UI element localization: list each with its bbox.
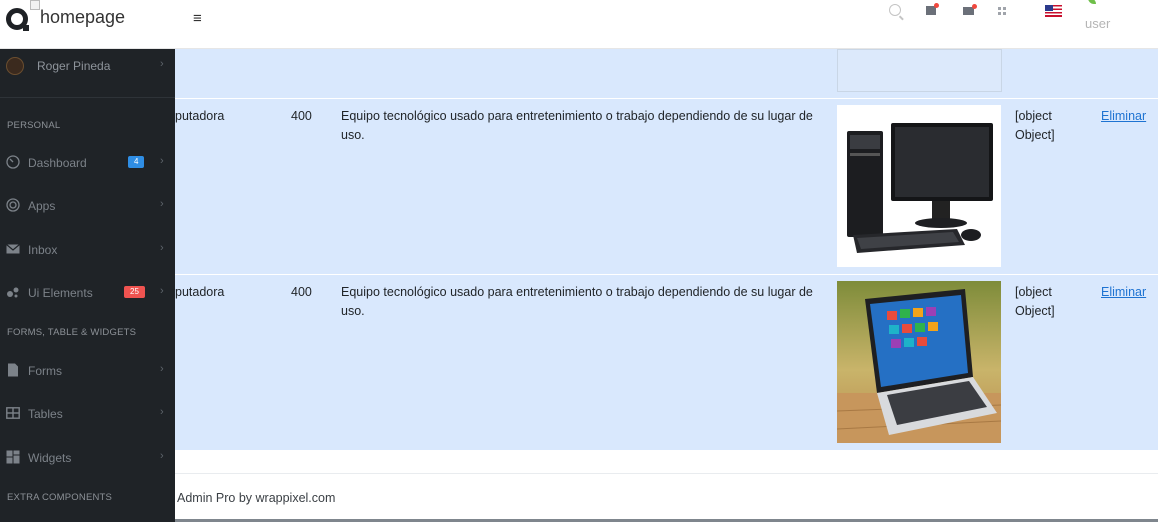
description-cell: Equipo tecnológico usado para entretenim… <box>341 285 813 318</box>
chevron-right-icon: › <box>160 198 164 210</box>
desktop-computer-image <box>837 105 1001 267</box>
laptop-image <box>837 281 1001 443</box>
sidebar-item-forms[interactable]: Forms › <box>0 360 175 390</box>
chevron-right-icon: › <box>160 406 164 418</box>
footer-text: Admin Pro by wrappixel.com <box>177 491 336 505</box>
product-image <box>837 49 1002 92</box>
apps-grid-icon[interactable] <box>998 7 1006 15</box>
broken-image-icon <box>1088 0 1096 4</box>
logo-icon[interactable] <box>6 8 29 31</box>
chevron-right-icon: › <box>160 155 164 167</box>
price-cell: 400 <box>291 109 312 123</box>
sidebar-item-label: Ui Elements <box>28 286 93 300</box>
sidebar-item-apps[interactable]: Apps › <box>0 195 175 225</box>
section-label-personal: PERSONAL <box>7 120 61 131</box>
sidebar-profile[interactable]: Roger Pineda › <box>0 49 175 98</box>
category-cell: [object Object] <box>1015 285 1055 318</box>
laptop-illustration <box>837 281 1001 443</box>
topbar: homepage ≡ user <box>0 0 1158 49</box>
user-alt-text: user <box>1085 16 1111 31</box>
main-content: putadora 400 Equipo tecnológico usado pa… <box>175 49 1158 522</box>
footer: Admin Pro by wrappixel.com <box>175 473 1158 522</box>
delete-link[interactable]: Eliminar <box>1101 107 1146 126</box>
avatar <box>6 57 24 75</box>
sidebar-item-tables[interactable]: Tables › <box>0 403 175 433</box>
file-icon <box>8 363 18 377</box>
search-icon[interactable] <box>889 4 901 16</box>
brand-image[interactable]: homepage <box>30 0 160 30</box>
sidebar-item-ui-elements[interactable]: Ui Elements 25 › <box>0 282 175 312</box>
category-cell: [object Object] <box>1015 109 1055 142</box>
delete-link[interactable]: Eliminar <box>1101 283 1146 302</box>
table-row <box>175 49 1158 98</box>
sidebar-item-label: Dashboard <box>28 156 87 170</box>
table-row: putadora 400 Equipo tecnológico usado pa… <box>175 99 1158 274</box>
target-icon <box>6 198 20 212</box>
table-icon <box>6 407 20 419</box>
sidebar-item-widgets[interactable]: Widgets › <box>0 447 175 477</box>
count-badge: 4 <box>128 156 145 168</box>
notification-dot <box>972 4 977 9</box>
chevron-right-icon: › <box>160 285 164 297</box>
hamburger-menu-icon[interactable]: ≡ <box>193 10 202 27</box>
sidebar-item-label: Inbox <box>28 243 58 257</box>
sidebar: Roger Pineda › PERSONAL Dashboard 4 › Ap… <box>0 49 175 522</box>
envelope-icon <box>6 244 20 254</box>
product-name-cell: putadora <box>175 109 225 123</box>
notification-dot <box>934 3 939 8</box>
section-label-forms: FORMS, TABLE & WIDGETS <box>7 327 137 338</box>
bubbles-icon <box>7 287 19 298</box>
brand-alt-text: homepage <box>40 7 126 27</box>
widgets-icon <box>6 450 20 464</box>
sidebar-item-dashboard[interactable]: Dashboard 4 › <box>0 152 175 182</box>
chevron-right-icon: › <box>160 450 164 462</box>
sidebar-item-label: Tables <box>28 407 63 421</box>
user-menu[interactable]: user <box>1048 0 1158 49</box>
chevron-right-icon: › <box>160 242 164 254</box>
dashboard-icon <box>6 155 20 169</box>
chevron-right-icon: › <box>160 58 164 70</box>
price-cell: 400 <box>291 285 312 299</box>
chevron-right-icon: › <box>160 363 164 375</box>
count-badge: 25 <box>124 286 145 298</box>
description-cell: Equipo tecnológico usado para entretenim… <box>341 109 813 142</box>
section-label-extra: EXTRA COMPONENTS <box>7 492 113 503</box>
sidebar-item-label: Forms <box>28 364 62 378</box>
sidebar-item-label: Apps <box>28 199 56 213</box>
product-name-cell: putadora <box>175 285 225 299</box>
message-icon[interactable] <box>926 3 939 15</box>
sidebar-item-inbox[interactable]: Inbox › <box>0 239 175 269</box>
table-row: putadora 400 Equipo tecnológico usado pa… <box>175 275 1158 450</box>
mail-icon[interactable] <box>963 4 977 15</box>
broken-image-icon <box>30 0 40 10</box>
sidebar-item-label: Widgets <box>28 451 72 465</box>
desktop-computer-illustration <box>837 105 1001 267</box>
profile-name: Roger Pineda <box>37 59 111 73</box>
